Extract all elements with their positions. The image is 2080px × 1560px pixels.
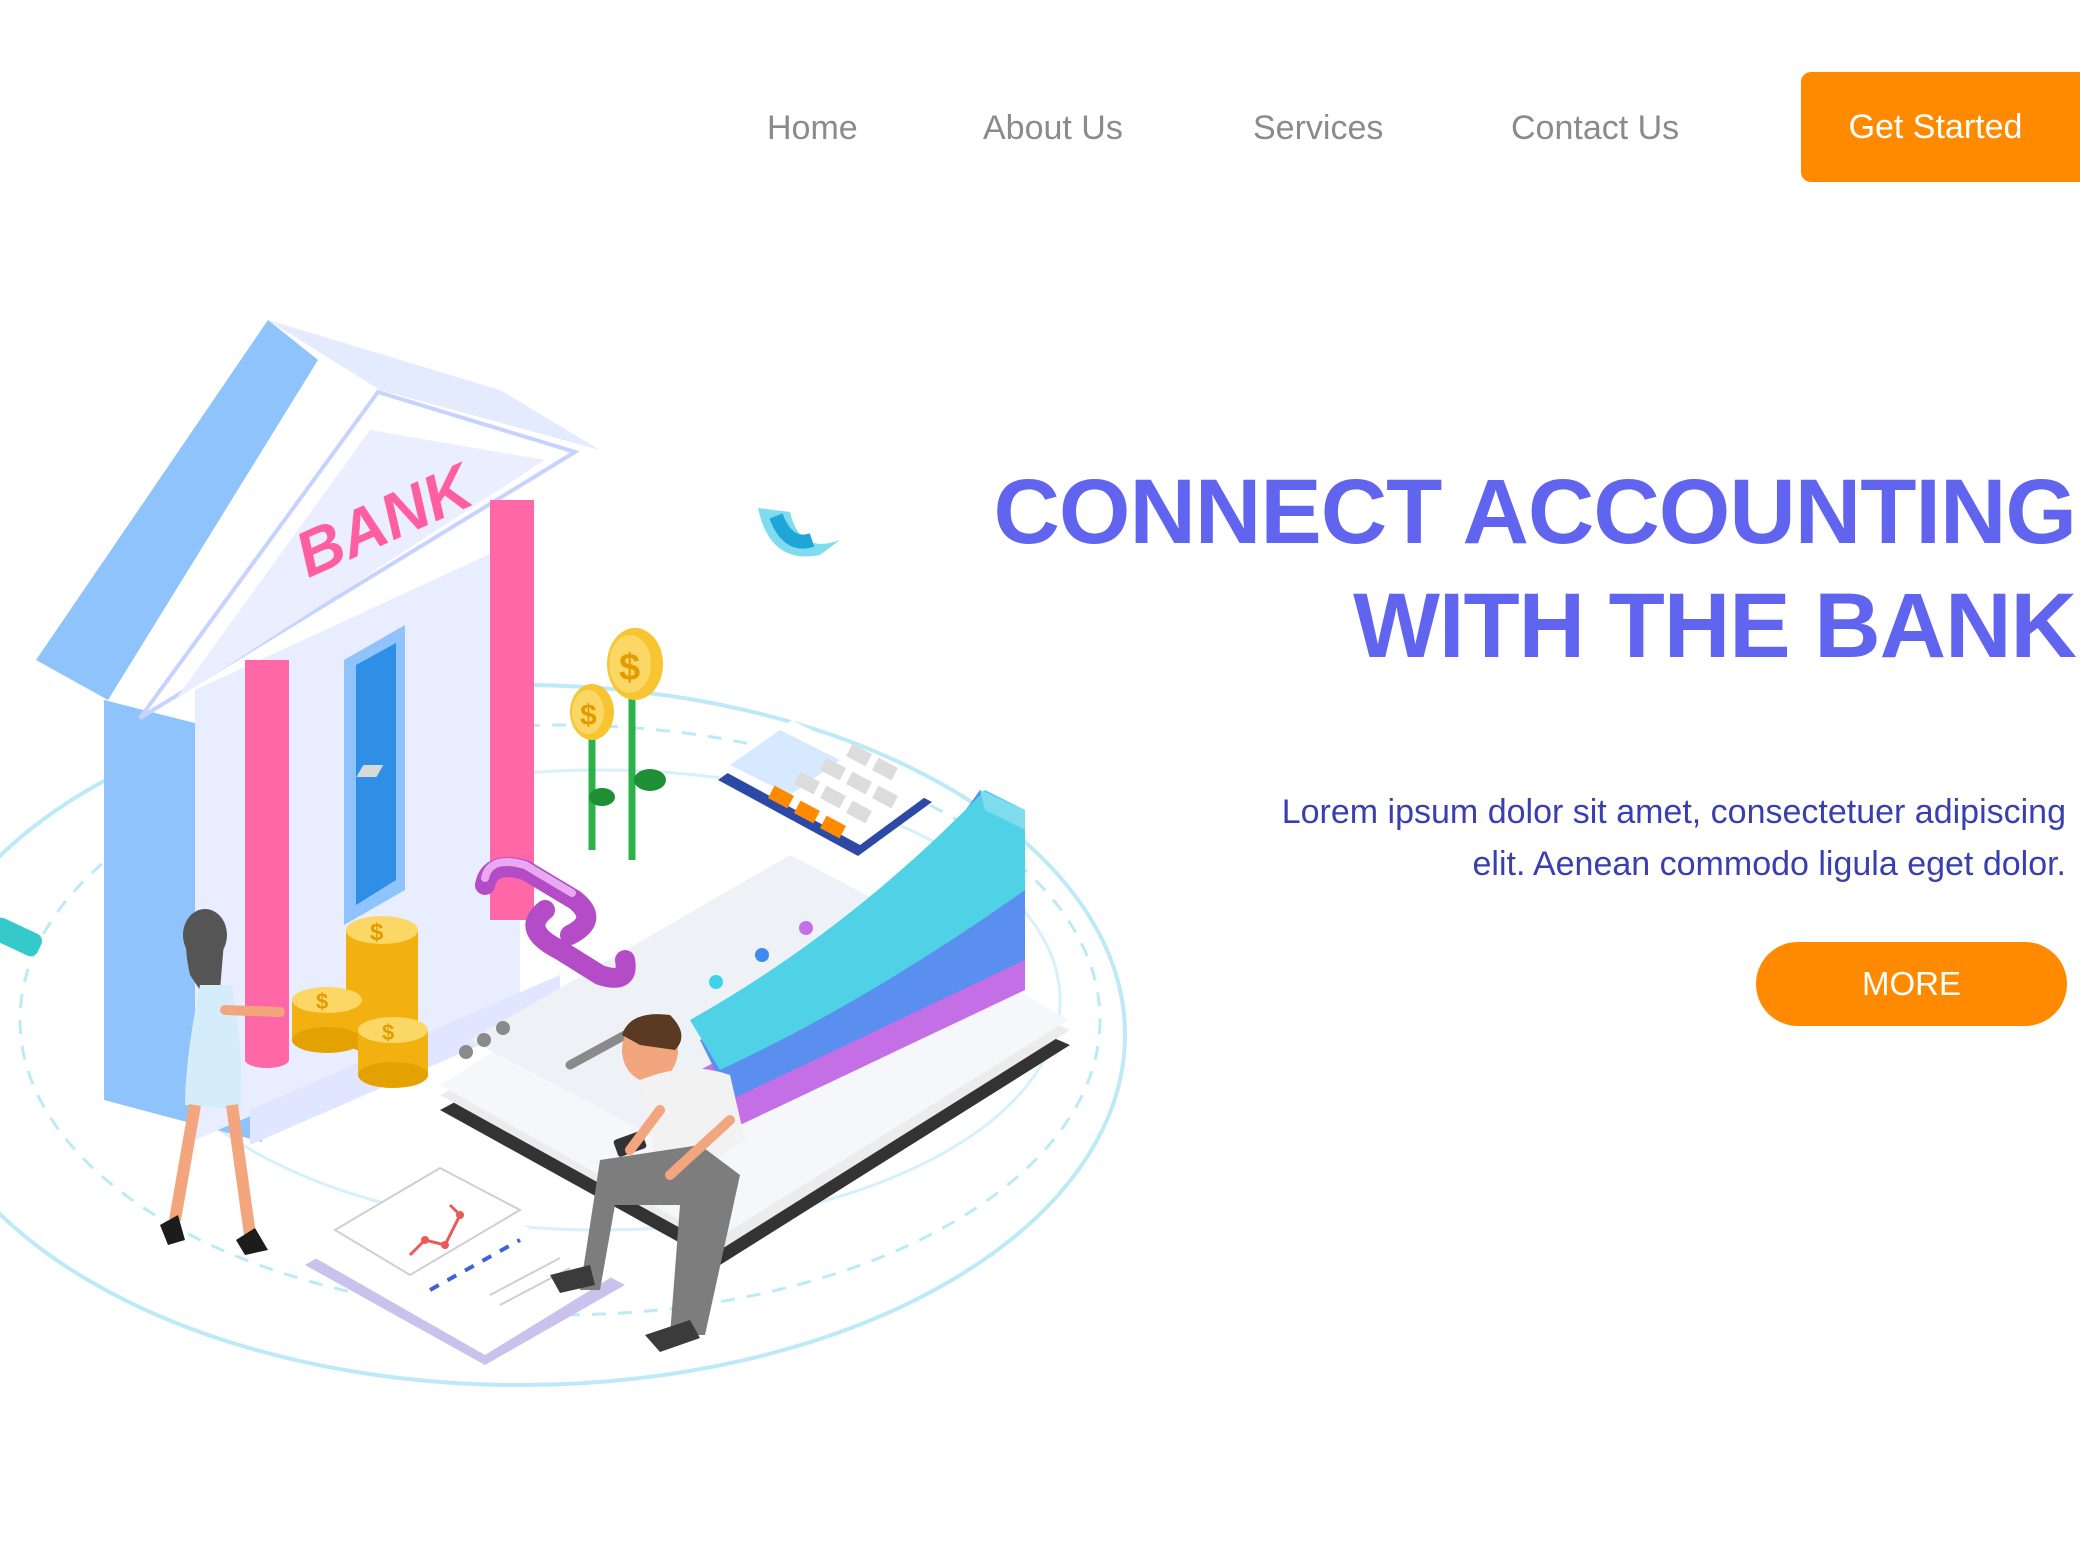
bank-accounting-illustration: BANK $ $ $ $ $	[0, 320, 1127, 1387]
svg-text:$: $	[382, 1020, 394, 1045]
hero-title-line-1: CONNECT ACCOUNTING	[993, 461, 2077, 563]
svg-text:$: $	[619, 647, 640, 689]
get-started-label: Get Started	[1848, 107, 2023, 146]
window-dot	[477, 1033, 491, 1047]
bank-pillar-right	[490, 500, 534, 920]
nav-link-about-us[interactable]: About Us	[983, 100, 1123, 156]
floating-ring-decoration	[758, 508, 840, 557]
report-document-icon	[305, 1166, 625, 1365]
svg-text:$: $	[316, 989, 328, 1014]
nav-link-home[interactable]: Home	[767, 100, 858, 156]
hero-title-line-2: WITH THE BANK	[1353, 575, 2077, 677]
hero-description: Lorem ipsum dolor sit amet, consectetuer…	[1086, 786, 2066, 890]
coin-plant-icon: $ $	[570, 628, 666, 860]
coin-stack-small-right: $	[358, 1017, 428, 1088]
hero-description-line-1: Lorem ipsum dolor sit amet, consectetuer…	[1281, 793, 2066, 831]
nav-link-services[interactable]: Services	[1253, 100, 1383, 156]
svg-text:$: $	[370, 919, 384, 946]
window-dot	[459, 1045, 473, 1059]
more-button[interactable]: MORE	[1756, 942, 2067, 1026]
cyan-bar-decoration	[0, 917, 43, 957]
hero-title: CONNECT ACCOUNTING WITH THE BANK	[976, 455, 2077, 683]
nav-link-contact-us[interactable]: Contact Us	[1511, 100, 1679, 156]
bank-pillar-left	[245, 660, 289, 1060]
top-navigation: Home About Us Services Contact Us Get St…	[0, 0, 2080, 260]
window-dot	[496, 1021, 510, 1035]
more-button-label: MORE	[1862, 965, 1961, 1002]
svg-text:$: $	[580, 699, 597, 732]
hero-description-line-2: elit. Aenean commodo ligula eget dolor.	[1472, 845, 2066, 883]
coin-stack-small-left: $	[292, 987, 362, 1053]
get-started-button[interactable]: Get Started	[1801, 72, 2080, 182]
